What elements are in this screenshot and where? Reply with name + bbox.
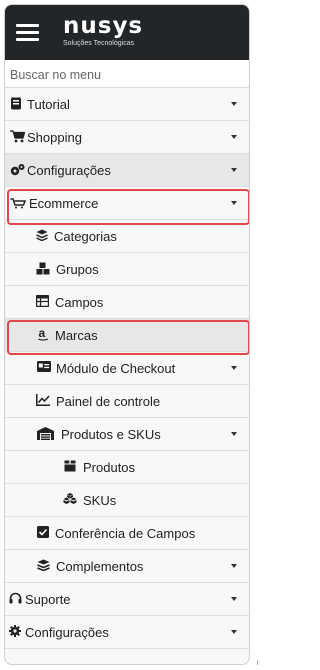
cart-icon bbox=[10, 130, 25, 143]
menu-item-label: Tutorial bbox=[27, 97, 70, 112]
table-icon bbox=[36, 295, 49, 307]
hamburger-icon[interactable] bbox=[16, 24, 39, 42]
brand-tagline: Soluções Tecnológicas bbox=[63, 40, 135, 47]
search-input[interactable]: Buscar no menu bbox=[5, 60, 249, 88]
menu-item-label: Campos bbox=[55, 295, 104, 310]
cubes-icon bbox=[63, 493, 77, 504]
cog-icon bbox=[9, 625, 21, 637]
menu-item-label: Categorias bbox=[54, 229, 117, 244]
menu-item-label: SKUs bbox=[83, 493, 117, 508]
menu-item-label: Grupos bbox=[56, 262, 99, 277]
menu-item-suporte[interactable]: Suporte bbox=[5, 583, 249, 616]
menu-item-configuracoes-2[interactable]: Configurações bbox=[5, 616, 249, 649]
menu-item-label: Produtos e SKUs bbox=[61, 427, 161, 442]
boxes-icon bbox=[36, 262, 50, 275]
menu-item-grupos[interactable]: Grupos bbox=[5, 253, 249, 286]
menu-item-configuracoes[interactable]: Configurações bbox=[5, 154, 249, 187]
chevron-down-icon bbox=[231, 564, 237, 568]
layers-icon bbox=[36, 229, 48, 241]
menu-item-label: Shopping bbox=[27, 130, 82, 145]
highlight-box-ecommerce bbox=[7, 189, 249, 225]
menu-item-label: Produtos bbox=[83, 460, 136, 475]
cogs-icon bbox=[10, 164, 25, 176]
warehouse-icon bbox=[37, 427, 54, 440]
chevron-down-icon bbox=[231, 597, 237, 601]
highlight-box-marcas bbox=[7, 320, 249, 355]
menu-item-conferencia-campos[interactable]: Conferência de Campos bbox=[5, 517, 249, 550]
top-bar: nusys Soluções Tecnológicas bbox=[5, 5, 249, 60]
chevron-down-icon bbox=[231, 135, 237, 139]
check-square-icon bbox=[37, 526, 49, 538]
menu-item-tutorial[interactable]: Tutorial bbox=[5, 88, 249, 121]
book-icon bbox=[11, 97, 21, 110]
chevron-down-icon bbox=[231, 366, 237, 370]
sidebar-menu: nusys Soluções Tecnológicas Buscar no me… bbox=[4, 4, 250, 665]
menu-item-skus[interactable]: SKUs bbox=[5, 484, 249, 517]
menu-item-label: Complementos bbox=[56, 559, 144, 574]
menu-item-label: Configurações bbox=[25, 625, 109, 640]
layers-icon bbox=[37, 559, 50, 571]
brand-name: nusys bbox=[63, 13, 144, 39]
brand-logo: nusys Soluções Tecnológicas bbox=[63, 14, 143, 48]
menu-item-produtos-skus[interactable]: Produtos e SKUs bbox=[5, 418, 249, 451]
menu-item-label: Configurações bbox=[27, 163, 111, 178]
chevron-down-icon bbox=[231, 102, 237, 106]
menu-item-modulo-checkout[interactable]: Módulo de Checkout bbox=[5, 352, 249, 385]
menu-item-produtos[interactable]: Produtos bbox=[5, 451, 249, 484]
menu-item-complementos[interactable]: Complementos bbox=[5, 550, 249, 583]
menu-item-label: Painel de controle bbox=[56, 394, 161, 409]
menu-item-label: Módulo de Checkout bbox=[56, 361, 176, 376]
chart-line-icon bbox=[36, 394, 50, 406]
chevron-down-icon bbox=[231, 168, 237, 172]
chevron-down-icon bbox=[231, 432, 237, 436]
menu-item-painel-controle[interactable]: Painel de controle bbox=[5, 385, 249, 418]
headset-icon bbox=[9, 592, 22, 604]
menu-item-label: Suporte bbox=[25, 592, 71, 607]
divider bbox=[257, 660, 258, 665]
menu-item-shopping[interactable]: Shopping bbox=[5, 121, 249, 154]
menu-item-campos[interactable]: Campos bbox=[5, 286, 249, 319]
chevron-down-icon bbox=[231, 630, 237, 634]
id-card-icon bbox=[37, 361, 51, 372]
menu-item-label: Conferência de Campos bbox=[55, 526, 196, 541]
box-icon bbox=[64, 460, 76, 472]
